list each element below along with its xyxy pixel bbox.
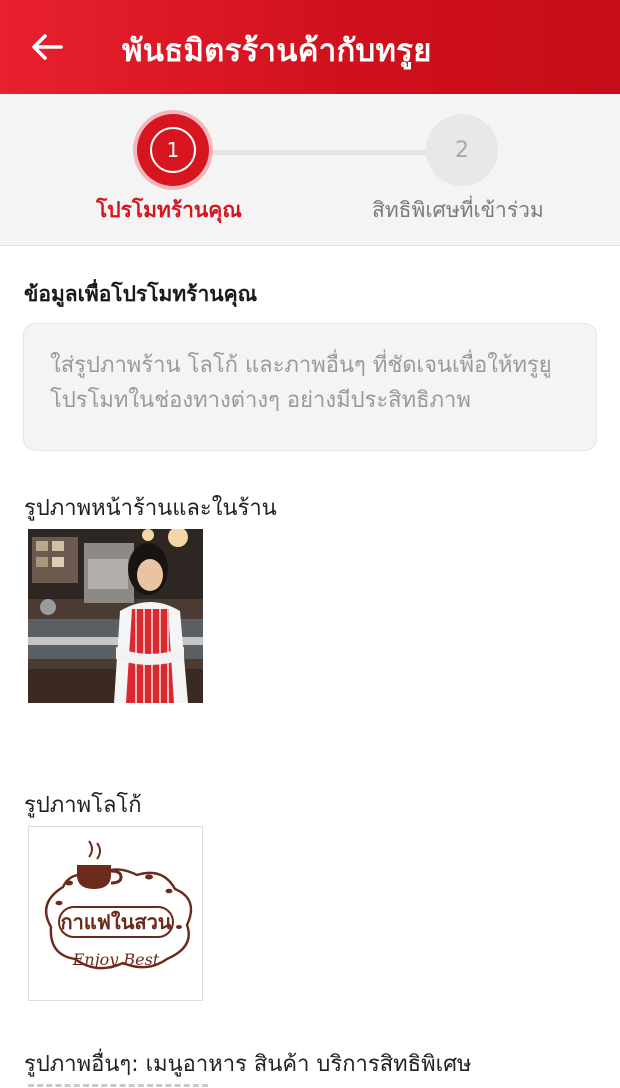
logo-text: กาแฟในสวน [61, 910, 172, 934]
store-photo-thumbnail[interactable] [28, 529, 203, 703]
logo-photo-thumbnail[interactable]: กาแฟในสวน Enjoy Best [28, 826, 203, 1001]
step-1-indicator[interactable]: 1 [137, 114, 209, 186]
step-connector [210, 150, 426, 155]
logo-label: รูปภาพโลโก้ [24, 793, 142, 818]
step-1-label[interactable]: โปรโมทร้านคุณ [96, 194, 242, 227]
info-box: ใส่รูปภาพร้าน โลโก้ และภาพอื่นๆ ที่ชัดเจ… [23, 323, 597, 451]
progress-stepper: 1 2 โปรโมทร้านคุณ สิทธิพิเศษที่เข้าร่วม [0, 94, 620, 246]
step-2-label[interactable]: สิทธิพิเศษที่เข้าร่วม [372, 194, 544, 227]
section-title: ข้อมูลเพื่อโปรโมทร้านคุณ [24, 282, 258, 306]
back-button[interactable] [24, 24, 70, 70]
other-photos-label: รูปภาพอื่นๆ: เมนูอาหาร สินค้า บริการสิทธ… [24, 1052, 472, 1077]
logo-tagline: Enjoy Best [72, 950, 160, 969]
step-2-number: 2 [455, 137, 469, 163]
info-text: ใส่รูปภาพร้าน โลโก้ และภาพอื่นๆ ที่ชัดเจ… [50, 353, 552, 413]
store-photo-image [28, 529, 203, 703]
coffee-logo-image: กาแฟในสวน Enjoy Best [44, 840, 193, 970]
step-2-indicator[interactable]: 2 [426, 114, 498, 186]
step-1-number: 1 [150, 127, 196, 173]
app-bar: พันธมิตรร้านค้ากับทรูย [0, 0, 620, 94]
page-title: พันธมิตรร้านค้ากับทรูย [122, 33, 432, 69]
upload-placeholder-border[interactable] [28, 1084, 208, 1087]
store-photos-label: รูปภาพหน้าร้านและในร้าน [24, 496, 277, 521]
arrow-left-icon [32, 34, 63, 60]
